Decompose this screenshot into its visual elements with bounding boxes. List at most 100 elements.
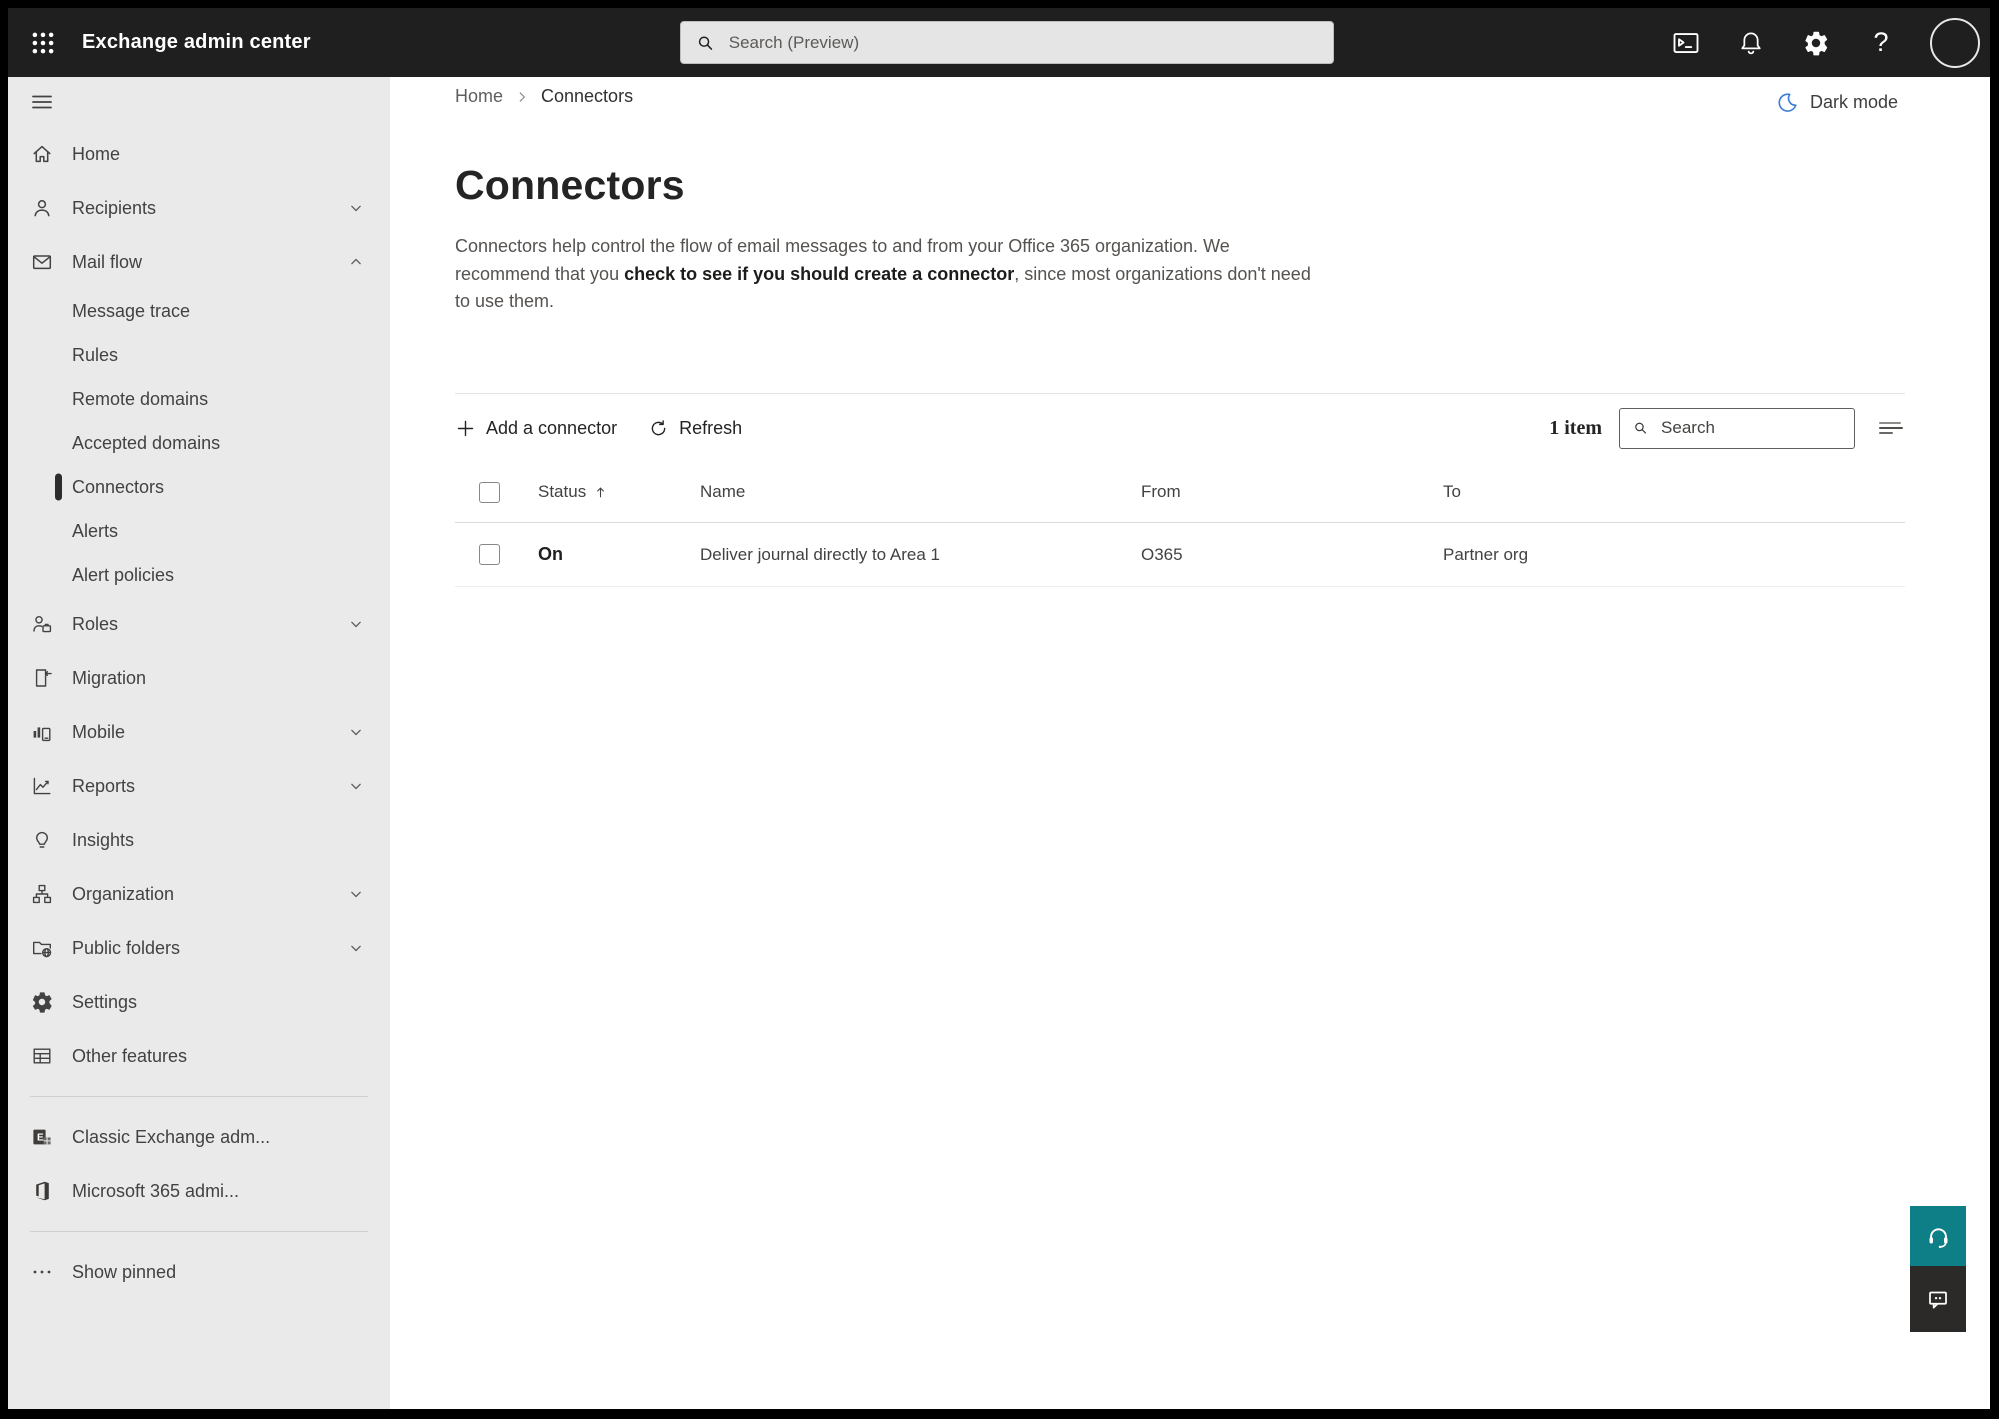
dark-mode-label: Dark mode [1809, 92, 1898, 112]
chevron-down-icon [346, 614, 366, 634]
toolbar-right: 1 item [1549, 407, 1905, 449]
sidebar-item-insights[interactable]: Insights [8, 813, 390, 867]
sidebar-item-label: Migration [72, 667, 147, 688]
breadcrumb-home-link[interactable]: Home [455, 86, 503, 107]
app-title: Exchange admin center [82, 31, 311, 53]
sidebar-item-settings[interactable]: Settings [8, 975, 390, 1029]
filter-button[interactable] [1875, 415, 1905, 441]
refresh-button[interactable]: Refresh [648, 418, 742, 439]
sidebar-item-show-pinned[interactable]: Show pinned [8, 1245, 390, 1299]
sidebar-item-home[interactable]: Home [8, 127, 390, 181]
sidebar-item-message-trace[interactable]: Message trace [8, 289, 390, 333]
row-name[interactable]: Deliver journal directly to Area 1 [700, 545, 1141, 565]
page-description: Connectors help control the flow of emai… [455, 236, 1311, 311]
line-chart-icon [30, 774, 54, 798]
sidebar-item-m365-admin[interactable]: Microsoft 365 admi... [8, 1164, 390, 1218]
sidebar-item-label: Alert policies [72, 564, 175, 585]
app-launcher-button[interactable] [20, 20, 66, 66]
chat-bubble-icon [1929, 1291, 1947, 1309]
topbar-icons: ? [1670, 8, 1980, 77]
sidebar-item-label: Alerts [72, 520, 119, 541]
list-search-input[interactable] [1659, 417, 1842, 439]
office-logo-icon [30, 1179, 54, 1203]
settings-button[interactable] [1800, 27, 1832, 59]
sidebar-item-migration[interactable]: Migration [8, 651, 390, 705]
terminal-icon [1673, 32, 1699, 53]
sidebar-item-reports[interactable]: Reports [8, 759, 390, 813]
gear-icon [30, 990, 54, 1014]
sidebar-item-label: Connectors [72, 476, 165, 497]
left-navigation: Home Recipients Mail flow Message trace … [8, 77, 390, 1409]
column-header-to[interactable]: To [1443, 482, 1905, 502]
notifications-button[interactable] [1735, 27, 1767, 59]
sidebar-item-label: Settings [72, 991, 138, 1012]
mobile-stats-icon [30, 720, 54, 744]
column-header-name[interactable]: Name [700, 482, 1141, 502]
item-count: 1 item [1549, 416, 1602, 439]
sidebar-item-mail-flow[interactable]: Mail flow [8, 235, 390, 289]
sidebar-item-label: Recipients [72, 197, 157, 218]
column-header-status[interactable]: Status [538, 482, 700, 502]
add-connector-button[interactable]: Add a connector [455, 418, 617, 439]
sidebar-item-rules[interactable]: Rules [8, 333, 390, 377]
row-to: Partner org [1443, 544, 1529, 564]
chevron-down-icon [346, 776, 366, 796]
plus-icon [457, 420, 474, 436]
dark-mode-toggle[interactable]: Dark mode [1776, 91, 1898, 114]
feedback-chat-button[interactable] [1910, 1266, 1966, 1332]
moon-icon [1778, 93, 1797, 112]
add-connector-label: Add a connector [486, 417, 618, 438]
sidebar-item-label: Mobile [72, 721, 126, 742]
collapse-nav-button[interactable] [8, 77, 390, 127]
sidebar-item-remote-domains[interactable]: Remote domains [8, 377, 390, 421]
sidebar-item-classic-exchange[interactable]: E Classic Exchange adm... [8, 1110, 390, 1164]
headset-icon [1929, 1227, 1947, 1248]
powershell-button[interactable] [1670, 27, 1702, 59]
sidebar-item-label: Microsoft 365 admi... [72, 1180, 240, 1201]
search-icon [1635, 422, 1647, 434]
sidebar-item-other-features[interactable]: Other features [8, 1029, 390, 1083]
sidebar-item-roles[interactable]: Roles [8, 597, 390, 651]
sidebar-item-connectors[interactable]: Connectors [8, 465, 390, 509]
list-toolbar: Add a connector Refresh 1 item [455, 394, 1905, 462]
table-row[interactable]: On Deliver journal directly to Area 1 O3… [455, 523, 1905, 587]
help-button[interactable]: ? [1865, 27, 1897, 59]
sidebar-item-label: Remote domains [72, 388, 209, 409]
sidebar-item-label: Message trace [72, 300, 191, 321]
lightbulb-icon [30, 828, 54, 852]
select-all-checkbox[interactable] [479, 481, 500, 503]
sidebar-item-label: Rules [72, 344, 119, 365]
sidebar-item-label: Home [72, 143, 121, 164]
svg-text:E: E [37, 1132, 44, 1143]
folder-globe-icon [30, 936, 54, 960]
description-emphasis: check to see if you should create a conn… [624, 263, 1015, 284]
sidebar-item-label: Accepted domains [72, 432, 221, 453]
chevron-down-icon [346, 884, 366, 904]
row-checkbox[interactable] [479, 544, 500, 565]
account-avatar[interactable] [1930, 17, 1980, 68]
row-from: O365 [1141, 544, 1183, 564]
sidebar-item-accepted-domains[interactable]: Accepted domains [8, 421, 390, 465]
person-icon [30, 196, 54, 220]
sidebar-divider [30, 1096, 368, 1097]
bell-icon [1741, 32, 1761, 54]
chevron-down-icon [346, 722, 366, 742]
sidebar-item-alerts[interactable]: Alerts [8, 509, 390, 553]
sidebar-item-public-folders[interactable]: Public folders [8, 921, 390, 975]
search-icon [698, 35, 713, 50]
org-chart-icon [30, 882, 54, 906]
person-briefcase-icon [30, 612, 54, 636]
support-headset-button[interactable] [1910, 1206, 1966, 1266]
mail-icon [30, 250, 54, 274]
global-search-box[interactable] [680, 21, 1334, 64]
sidebar-item-recipients[interactable]: Recipients [8, 181, 390, 235]
sidebar-item-mobile[interactable]: Mobile [8, 705, 390, 759]
column-header-from[interactable]: From [1141, 482, 1443, 502]
breadcrumb-chevron-icon [515, 90, 529, 104]
ellipsis-icon [30, 1260, 54, 1284]
list-search-box[interactable] [1619, 407, 1855, 449]
sidebar-item-organization[interactable]: Organization [8, 867, 390, 921]
global-search-input[interactable] [726, 31, 1319, 54]
table-header-row: Status Name From To [455, 462, 1905, 523]
sidebar-item-alert-policies[interactable]: Alert policies [8, 553, 390, 597]
